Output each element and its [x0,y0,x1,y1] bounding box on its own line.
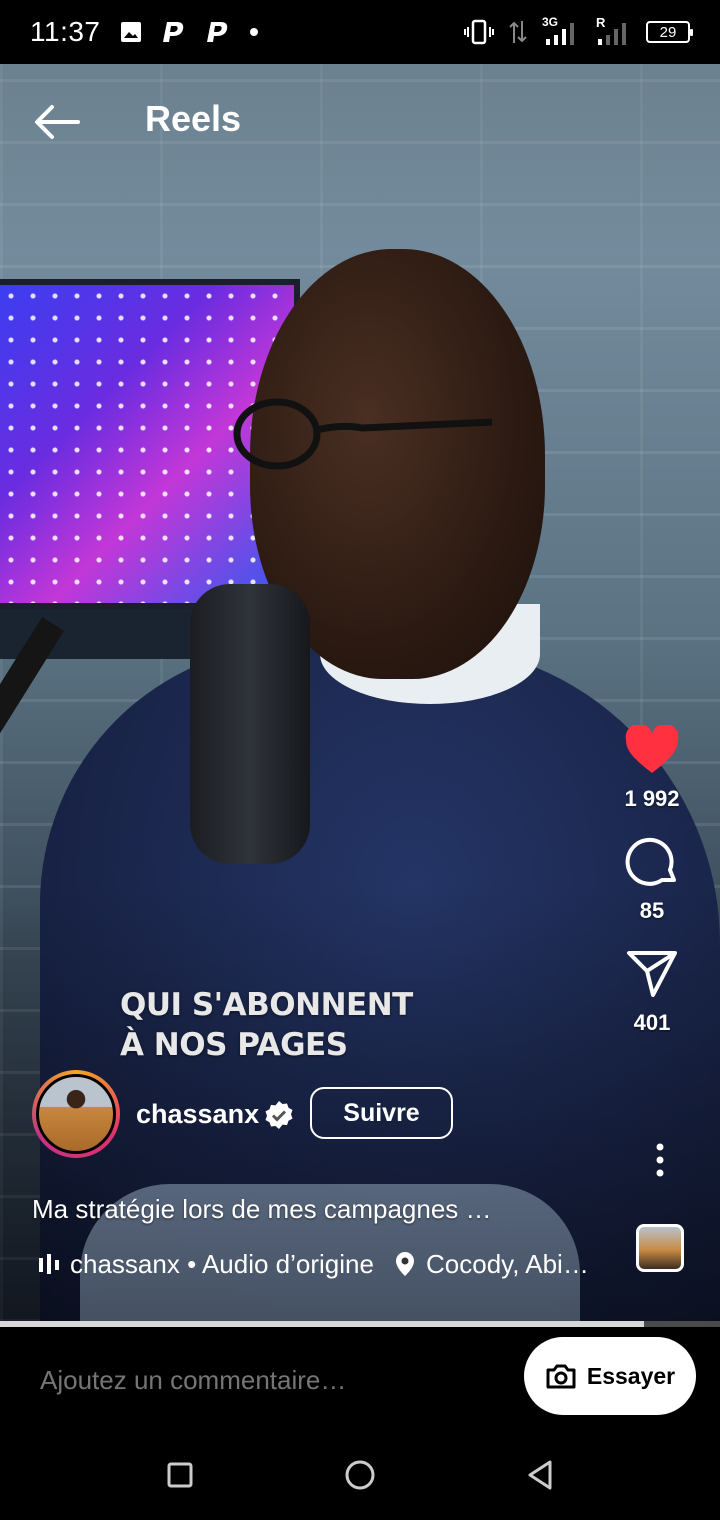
comment-bubble-icon [625,837,676,886]
heart-icon [625,725,679,773]
comment-bar: Essayer [0,1327,720,1427]
subtitle-line-2: À NOS PAGES [120,1027,348,1063]
comment-input[interactable] [40,1365,500,1396]
back-nav-button[interactable] [520,1455,560,1495]
comment-count: 85 [639,898,665,923]
system-nav-bar [0,1427,720,1520]
audio-bars-icon [39,1254,59,1274]
arrow-left-icon [35,105,80,139]
audio-label: chassanx • Audio d’origine [70,1248,374,1279]
send-icon [627,951,677,997]
image-icon [120,22,141,42]
username[interactable]: chassanx [136,1099,259,1130]
verified-badge-icon [265,1101,293,1129]
like-button[interactable] [622,720,682,780]
status-time: 11:37 [30,16,101,47]
vibrate-icon [464,19,494,45]
like-count: 1 992 [624,786,680,811]
signal-roaming: R [596,15,632,47]
location-label: Cocody, Abidjan [426,1248,594,1279]
paypal-icon [162,22,183,42]
try-button-label: Essayer [586,1362,676,1389]
signal-3g: 3G [542,15,582,47]
share-count: 401 [633,1010,671,1035]
comment-button[interactable] [622,832,682,892]
home-button[interactable] [340,1455,380,1495]
status-bar: 11:37 3G R 29 [0,0,720,64]
more-vertical-icon [656,1143,664,1177]
camera-icon [546,1364,576,1389]
subtitle-line-1: QUI S'ABONNENT [120,987,413,1023]
audio-info[interactable]: chassanx • Audio d’origine Cocody, Abidj… [38,1247,594,1281]
back-button[interactable] [28,96,84,148]
signal-icon [598,23,626,45]
reel-caption[interactable]: Ma stratégie lors de mes campagnes … [32,1194,492,1225]
avatar-image [36,1074,116,1154]
paypal-icon [206,22,227,42]
try-camera-button[interactable]: Essayer [524,1337,696,1415]
avatar[interactable] [32,1070,120,1158]
follow-button[interactable]: Suivre [310,1087,453,1139]
recents-button[interactable] [160,1455,200,1495]
back-icon [528,1460,552,1490]
page-title: Reels [145,98,242,139]
reel-actions: 1 992 85 401 [612,720,692,1056]
data-arrows-icon [509,21,527,43]
battery-icon: 29 [646,21,693,43]
battery-level: 29 [659,23,677,41]
location-pin-icon [396,1252,414,1276]
share-button[interactable] [622,944,682,1004]
dot-icon [249,28,258,36]
audio-thumbnail[interactable] [636,1224,684,1272]
status-right-icons: 3G R 29 [464,0,693,64]
recents-icon [167,1462,193,1488]
home-icon [345,1460,375,1490]
video-subtitle: QUI S'ABONNENT À NOS PAGES [120,985,413,1065]
signal-icon [546,23,574,45]
notification-icons [119,20,259,44]
more-options-button[interactable] [640,1140,680,1180]
